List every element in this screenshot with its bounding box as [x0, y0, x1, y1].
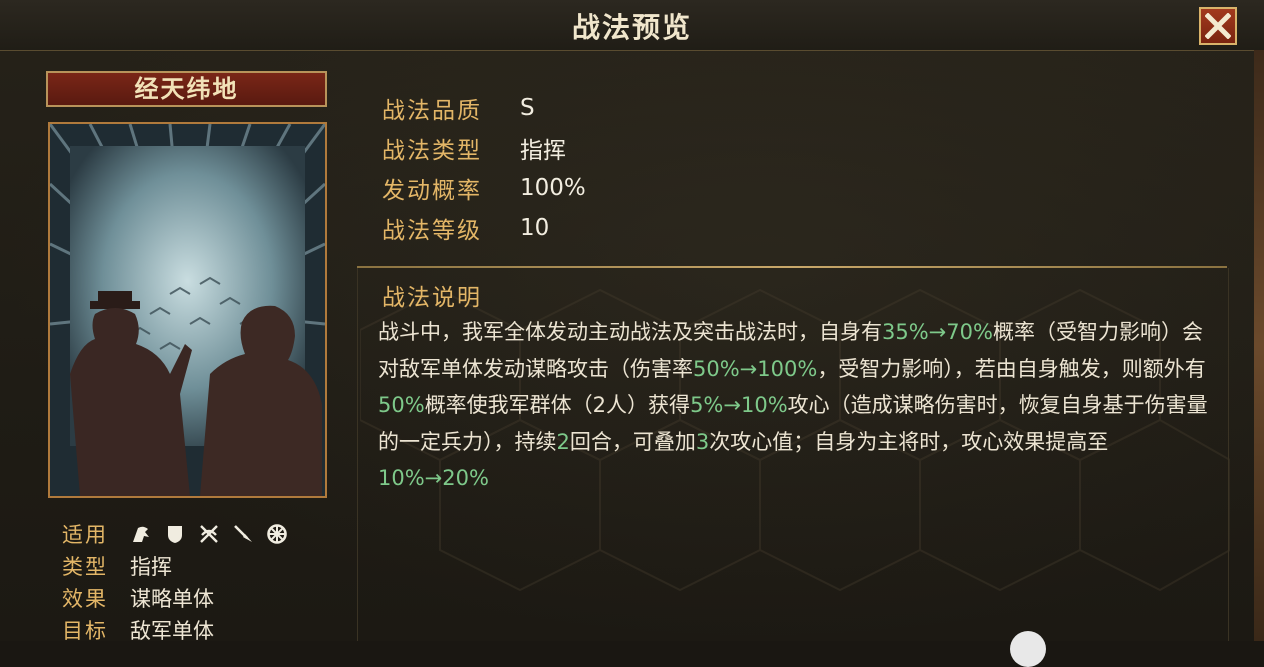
- description-highlight: 10%→20%: [378, 466, 489, 490]
- target-row: 目标 敌军单体: [62, 614, 288, 646]
- type-row: 类型 指挥: [62, 550, 288, 582]
- description-highlight: 5%→10%: [690, 393, 788, 417]
- description-segment: 战斗中，我军全体发动主动战法及突击战法时，自身有: [378, 320, 882, 344]
- skill-name: 经天纬地: [46, 71, 327, 107]
- description-text: 战斗中，我军全体发动主动战法及突击战法时，自身有35%→70%概率（受智力影响）…: [378, 314, 1218, 497]
- description-highlight: 3: [695, 429, 710, 454]
- description-segment: 次攻心值；自身为主将时，攻心效果提高至: [709, 429, 1109, 454]
- stat-row-probability: 发动概率 100%: [382, 168, 586, 208]
- cavalry-icon: [133, 526, 149, 542]
- stat-row-level: 战法等级 10: [382, 208, 586, 248]
- effect-value: 谋略单体: [130, 587, 214, 611]
- skill-info: 适用 类型 指挥 效果 谋略单体 目标 敌军单体: [62, 518, 288, 646]
- crossbow-icon: [200, 525, 218, 543]
- description-highlight: 2: [556, 429, 570, 454]
- stat-label: 发动概率: [382, 178, 482, 204]
- description-title: 战法说明: [382, 285, 482, 311]
- description-segment: 回合，可叠加: [569, 429, 696, 454]
- effect-row: 效果 谋略单体: [62, 582, 288, 614]
- stat-value: S: [520, 95, 535, 121]
- stat-value: 指挥: [520, 138, 566, 164]
- stat-row-quality: 战法品质 S: [382, 88, 586, 128]
- close-button[interactable]: [1199, 7, 1237, 45]
- stat-label: 战法品质: [382, 98, 482, 124]
- wheel-icon: [267, 524, 287, 544]
- description-highlight: 35%→70%: [882, 320, 993, 344]
- close-icon: [1205, 13, 1231, 39]
- section-divider: [357, 266, 1227, 268]
- stat-row-type: 战法类型 指挥: [382, 128, 586, 168]
- stat-value: 10: [520, 215, 550, 241]
- description-highlight: 50%: [378, 393, 425, 417]
- background-edge: [1254, 50, 1264, 641]
- stat-label: 战法类型: [382, 138, 482, 164]
- stat-value: 100%: [520, 175, 586, 201]
- effect-label: 效果: [62, 587, 108, 611]
- type-label: 类型: [62, 555, 108, 579]
- shield-icon: [168, 526, 182, 543]
- applicable-row: 适用: [62, 518, 288, 550]
- stat-label: 战法等级: [382, 218, 482, 244]
- type-value: 指挥: [130, 555, 172, 579]
- description-highlight: 50%→100%: [693, 356, 818, 381]
- spear-icon: [234, 525, 252, 542]
- description-segment: 概率使我军群体（2人）获得: [424, 393, 691, 417]
- dialog-title: 战法预览: [571, 11, 692, 44]
- description-segment: ，受智力影响），若由自身触发，则额外有: [817, 356, 1206, 381]
- applicable-label: 适用: [62, 523, 108, 547]
- applicable-icons: [130, 523, 288, 545]
- skill-stats: 战法品质 S 战法类型 指挥 发动概率 100% 战法等级 10: [382, 88, 586, 248]
- skill-card-art: [48, 122, 327, 498]
- floating-button[interactable]: [1010, 631, 1046, 667]
